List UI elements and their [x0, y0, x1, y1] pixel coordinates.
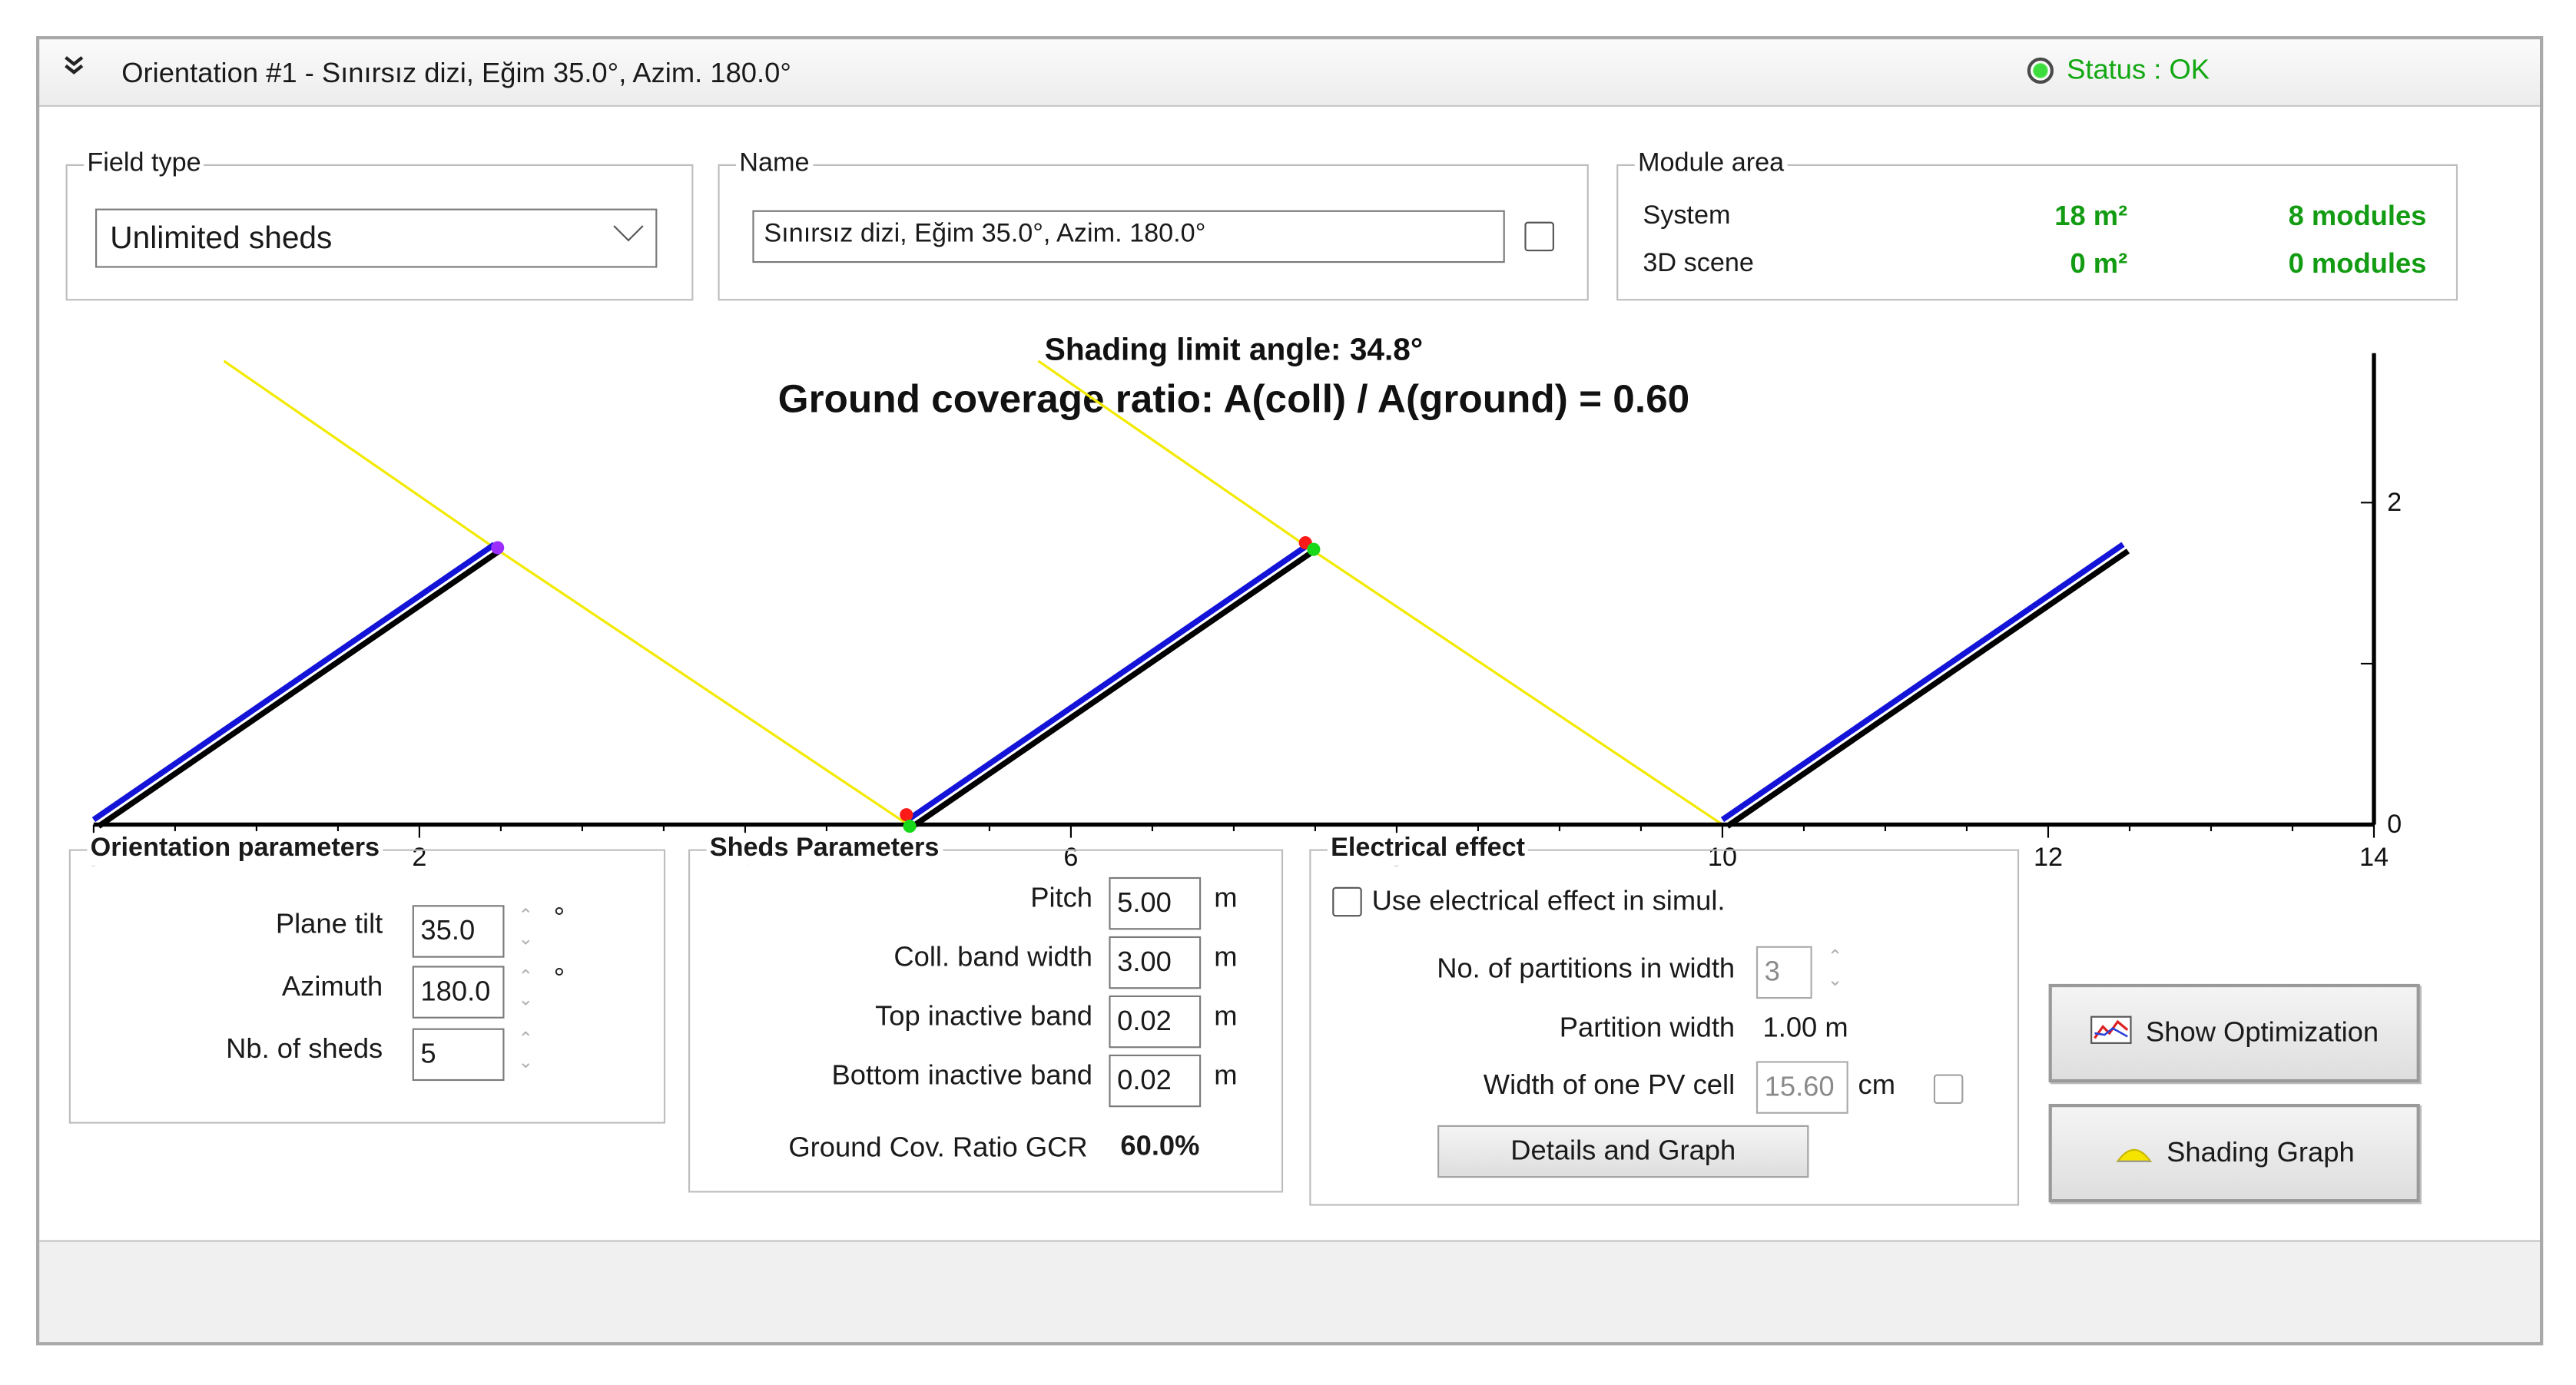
orientation-panel: Orientation #1 - Sınırsız dizi, Eğim 35.… [36, 36, 2544, 1346]
orientation-params-legend: Orientation parameters [87, 833, 383, 866]
plane-tilt-input[interactable]: 35.0 [412, 905, 505, 958]
shading-point-marker [491, 541, 505, 555]
shading-graph-label: Shading Graph [2167, 1136, 2355, 1168]
cell-width-label: Width of one PV cell [1483, 1069, 1736, 1101]
electrical-effect-group: Electrical effect Use electrical effect … [1309, 833, 2020, 1206]
panel-title: Orientation #1 - Sınırsız dizi, Eğim 35.… [121, 57, 791, 89]
shading-point-marker [903, 820, 917, 833]
chart-title: Shading limit angle: 34.8° [1045, 331, 1423, 366]
bottom-inactive-input[interactable]: 0.02 [1109, 1054, 1202, 1108]
nb-sheds-label: Nb. of sheds [226, 1033, 383, 1065]
sheds-profile-chart: Shading limit angle: 34.8° Ground covera… [86, 331, 2402, 872]
y-tick-label: 0 [2387, 810, 2402, 839]
top-inactive-input[interactable]: 0.02 [1109, 995, 1202, 1049]
partition-width-value: 1.00 m [1762, 1012, 1848, 1043]
partitions-input[interactable]: 3 [1755, 946, 1812, 999]
plane-tilt-unit: ° [553, 901, 565, 933]
cell-width-input[interactable]: 15.60 [1755, 1061, 1848, 1114]
coll-band-input[interactable]: 3.00 [1109, 936, 1202, 989]
status-label: Status : OK [2067, 54, 2210, 86]
shed-structure-1 [911, 548, 1315, 829]
partitions-label: No. of partitions in width [1437, 953, 1736, 984]
main-content: Field type Unlimited sheds Name Sınırsız… [39, 106, 2540, 1242]
sheds-params-legend: Sheds Parameters [706, 833, 943, 866]
pitch-label: Pitch [1030, 882, 1093, 913]
shed-collector-0 [91, 542, 496, 823]
top-inactive-label: Top inactive band [875, 1000, 1093, 1032]
shading-point-marker [1307, 542, 1321, 556]
top-inactive-unit: m [1214, 1000, 1238, 1032]
use-electrical-checkbox[interactable] [1332, 886, 1362, 917]
show-optimization-button[interactable]: Show Optimization [2048, 983, 2420, 1083]
shed-collector-2 [1720, 542, 2125, 823]
y-tick-label: 2 [2387, 488, 2402, 517]
pitch-input[interactable]: 5.00 [1109, 876, 1202, 930]
shed-collector-1 [906, 542, 1311, 823]
details-and-graph-button[interactable]: Details and Graph [1437, 1125, 1809, 1178]
panel-footer [39, 1241, 2540, 1343]
nb-sheds-input[interactable]: 5 [412, 1028, 505, 1082]
chart-subtitle: Ground coverage ratio: A(coll) / A(groun… [778, 377, 1690, 421]
status-indicator: Status : OK [2027, 55, 2210, 88]
azimuth-spinner[interactable]: ⌃ ⌄ [514, 966, 537, 1018]
shading-line-0 [223, 360, 496, 549]
status-ok-icon [2027, 57, 2054, 84]
cell-width-checkbox[interactable] [1933, 1074, 1964, 1105]
shading-line-1 [493, 546, 909, 826]
plane-tilt-spinner[interactable]: ⌃ ⌄ [514, 905, 537, 957]
gcr-label: Ground Cov. Ratio GCR [788, 1132, 1088, 1163]
azimuth-input[interactable]: 180.0 [412, 966, 505, 1019]
sun-shading-icon [2114, 1135, 2153, 1172]
shed-structure-2 [1726, 548, 2130, 829]
sheds-params-group: Sheds Parameters Pitch 5.00 m Coll. band… [688, 833, 1284, 1193]
show-optimization-label: Show Optimization [2146, 1016, 2379, 1049]
coll-band-unit: m [1214, 941, 1238, 972]
x-tick-label: 12 [2034, 843, 2063, 872]
azimuth-label: Azimuth [281, 970, 383, 1002]
shed-structure-0 [97, 548, 501, 829]
nb-sheds-spinner[interactable]: ⌃ ⌄ [514, 1029, 537, 1081]
orientation-params-group: Orientation parameters Plane tilt 35.0 ⌃… [68, 833, 666, 1124]
electrical-effect-legend: Electrical effect [1327, 833, 1529, 866]
shading-graph-button[interactable]: Shading Graph [2048, 1104, 2420, 1203]
partition-width-label: Partition width [1559, 1012, 1736, 1043]
coll-band-label: Coll. band width [893, 941, 1093, 972]
shading-line-3 [1308, 546, 1723, 826]
azimuth-unit: ° [553, 963, 565, 994]
bottom-inactive-unit: m [1214, 1059, 1238, 1091]
double-chevron-down-icon[interactable] [62, 55, 85, 86]
panel-header[interactable]: Orientation #1 - Sınırsız dizi, Eğim 35.… [39, 39, 2540, 107]
use-electrical-label[interactable]: Use electrical effect in simul. [1372, 886, 1726, 919]
bottom-inactive-label: Bottom inactive band [831, 1059, 1093, 1091]
partitions-spinner[interactable]: ⌃ ⌄ [1824, 946, 1847, 999]
shading-point-marker [900, 808, 913, 822]
gcr-value: 60.0% [1120, 1130, 1200, 1161]
optimization-chart-icon [2090, 1014, 2133, 1052]
plane-tilt-label: Plane tilt [275, 908, 383, 940]
x-tick-label: 14 [2359, 843, 2389, 872]
pitch-unit: m [1214, 882, 1238, 913]
cell-width-unit: cm [1858, 1069, 1896, 1101]
